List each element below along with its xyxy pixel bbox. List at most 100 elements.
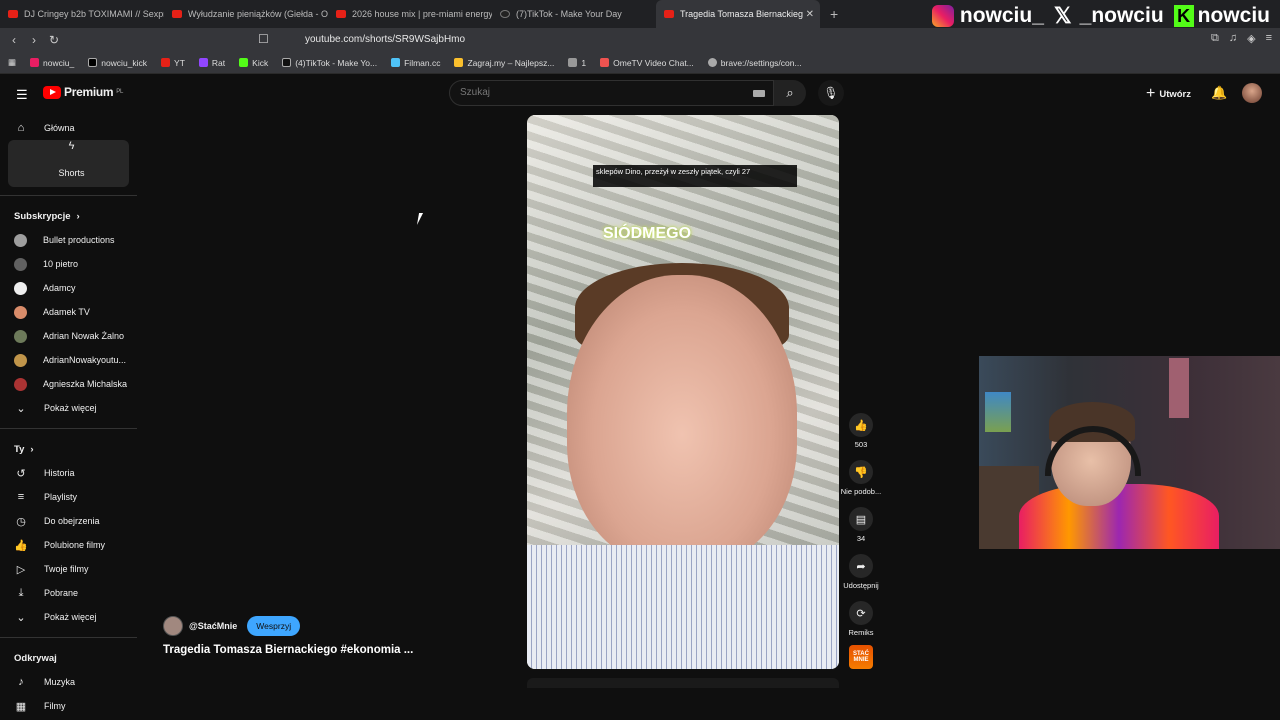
support-button[interactable]: Wesprzyj xyxy=(247,616,301,636)
forward-icon[interactable]: › xyxy=(24,33,44,47)
webcam-overlay xyxy=(979,356,1280,549)
comments-button[interactable]: ▤ 34 xyxy=(840,507,882,554)
address-bar: ‹ › ↻ ☐ youtube.com/shorts/SR9WSajbHmo ⧉… xyxy=(0,28,1280,52)
youtube-play-icon xyxy=(43,85,61,99)
music-icon[interactable]: ♫ xyxy=(1229,32,1237,45)
chevron-down-icon: ⌄ xyxy=(16,611,26,624)
channel-name[interactable]: @StaćMnie xyxy=(189,621,237,631)
film-icon: ▦ xyxy=(15,700,27,713)
bookmark-item[interactable]: Zagraj.my – Najlepsz... xyxy=(454,58,554,68)
thumb-up-icon: 👍 xyxy=(14,539,28,552)
bookmark-item[interactable]: (4)TikTok - Make Yo... xyxy=(282,58,377,68)
mouse-cursor xyxy=(416,213,428,225)
create-button[interactable]: + Utwórz xyxy=(1146,85,1191,103)
youtube-logo[interactable]: Premium PL xyxy=(43,85,123,99)
channel-avatar xyxy=(14,377,27,391)
remix-button[interactable]: ⟳ Remiks xyxy=(840,601,882,648)
notifications-bell-icon[interactable]: 🔔 xyxy=(1211,85,1227,101)
sidebar-item-home[interactable]: ⌂ Główna xyxy=(0,116,137,140)
subscription-item[interactable]: Adrian Nowak Żalno xyxy=(0,324,137,348)
chevron-right-icon: › xyxy=(30,443,34,455)
close-tab-icon[interactable]: ✕ xyxy=(806,9,814,20)
history-icon: ↺ xyxy=(16,467,26,480)
browser-tab[interactable]: DJ Cringey b2b TOXIMAMI // Sexpre xyxy=(0,0,164,28)
channel-avatar xyxy=(14,281,27,295)
bookmark-icon[interactable]: ☐ xyxy=(258,32,269,46)
apps-icon[interactable]: ▦ xyxy=(8,57,16,68)
subscription-item[interactable]: 10 pietro xyxy=(0,252,137,276)
sidebar-item-history[interactable]: ↺ Historia xyxy=(0,461,137,485)
subscription-item[interactable]: Bullet productions xyxy=(0,228,137,252)
channel-thumbnail[interactable]: STAĆ MNIE xyxy=(849,645,873,669)
dislike-button[interactable]: 👎 Nie podob... xyxy=(840,460,882,507)
playlist-icon: ≡ xyxy=(17,491,25,503)
sidebar-item-playlists[interactable]: ≡ Playlisty xyxy=(0,485,137,509)
bookmark-item[interactable]: Rat xyxy=(198,58,225,68)
social-overlay: nowciu_ 𝕏 _nowciu Knowciu xyxy=(931,3,1270,29)
you-heading[interactable]: Ty › xyxy=(0,437,137,461)
next-short-preview[interactable] xyxy=(527,678,839,688)
search-input[interactable]: Szukaj xyxy=(449,80,774,106)
back-icon[interactable]: ‹ xyxy=(4,33,24,47)
clock-icon: ◷ xyxy=(16,515,26,528)
new-tab-button[interactable]: + xyxy=(820,6,848,22)
reload-icon[interactable]: ↻ xyxy=(44,33,64,47)
voice-search-button[interactable]: 🎙 xyxy=(818,80,844,106)
sidebar-item-shorts[interactable]: ϟ Shorts xyxy=(8,140,129,187)
bookmark-item[interactable]: brave://settings/con... xyxy=(707,58,802,68)
short-title[interactable]: Tragedia Tomasza Biernackiego #ekonomia … xyxy=(163,644,413,656)
show-more-you[interactable]: ⌄ Pokaż więcej xyxy=(0,605,137,629)
shorts-icon: ϟ xyxy=(68,140,75,152)
sidebar-item-films[interactable]: ▦ Filmy xyxy=(0,694,137,718)
bookmark-item[interactable]: nowciu_ xyxy=(30,58,74,68)
browser-tab[interactable]: (7)TikTok - Make Your Day xyxy=(492,0,656,28)
bookmark-item[interactable]: 1 xyxy=(568,58,586,68)
video-icon: ▷ xyxy=(16,563,26,576)
chevron-right-icon: › xyxy=(76,210,80,222)
x-twitter-icon: 𝕏 xyxy=(1053,3,1072,28)
channel-avatar xyxy=(14,353,27,367)
bookmarks-bar: ▦ nowciu_ nowciu_kick YT Rat Kick (4)Tik… xyxy=(0,52,1280,74)
sidebar-item-music[interactable]: ♪ Muzyka xyxy=(0,670,137,694)
remix-icon: ⟳ xyxy=(849,601,873,625)
bookmark-item[interactable]: Filman.cc xyxy=(391,58,440,68)
avatar[interactable] xyxy=(1242,83,1262,103)
home-icon: ⌂ xyxy=(17,122,25,134)
menu-icon[interactable]: ☰ xyxy=(16,87,28,103)
kick-icon: K xyxy=(1173,5,1194,27)
search-button[interactable]: ⌕ xyxy=(774,80,806,106)
sidebar-item-watch-later[interactable]: ◷ Do obejrzenia xyxy=(0,509,137,533)
bookmark-item[interactable]: Kick xyxy=(239,58,268,68)
subscription-item[interactable]: AdrianNowakyoutu... xyxy=(0,348,137,372)
sidebar-item-liked[interactable]: 👍 Polubione filmy xyxy=(0,533,137,557)
subscriptions-heading[interactable]: Subskrypcje › xyxy=(0,204,137,228)
browser-tab[interactable]: 2026 house mix | pre-miami energy xyxy=(328,0,492,28)
subscription-item[interactable]: Adamcy xyxy=(0,276,137,300)
menu-icon[interactable]: ≡ xyxy=(1266,32,1272,45)
thumb-down-icon: 👎 xyxy=(849,460,873,484)
music-icon: ♪ xyxy=(18,676,24,688)
video-overlay-word: SIÓDMEGO xyxy=(603,225,692,242)
bookmark-item[interactable]: YT xyxy=(161,58,185,68)
channel-avatar[interactable] xyxy=(163,616,183,636)
youtube-icon xyxy=(336,10,346,18)
bookmark-item[interactable]: nowciu_kick xyxy=(88,58,147,68)
browser-tab-active[interactable]: Tragedia Tomasza Biernackieg ✕ xyxy=(656,0,820,28)
subscription-item[interactable]: Adamek TV xyxy=(0,300,137,324)
keyboard-icon[interactable] xyxy=(753,90,765,97)
show-more-subscriptions[interactable]: ⌄ Pokaż więcej xyxy=(0,396,137,420)
sidebar-item-your-videos[interactable]: ▷ Twoje filmy xyxy=(0,557,137,581)
subscription-item[interactable]: Agnieszka Michalska xyxy=(0,372,137,396)
share-button[interactable]: ➦ Udostępnij xyxy=(840,554,882,601)
url-field[interactable]: youtube.com/shorts/SR9WSajbHmo xyxy=(305,34,465,45)
like-button[interactable]: 👍 503 xyxy=(840,413,882,460)
sidebar-item-downloads[interactable]: ⤓ Pobrane xyxy=(0,581,137,605)
short-channel-row: @StaćMnie Wesprzyj xyxy=(163,616,301,636)
browser-tab[interactable]: Wyłudzanie pieniążków (Giełda - Od xyxy=(164,0,328,28)
extensions-icon[interactable]: ⧉ xyxy=(1211,32,1219,45)
browser-toolbar-icons: ⧉ ♫ ◈ ≡ xyxy=(1211,32,1272,45)
shield-icon[interactable]: ◈ xyxy=(1247,32,1255,45)
thumb-up-icon: 👍 xyxy=(849,413,873,437)
bookmark-item[interactable]: OmeTV Video Chat... xyxy=(600,58,694,68)
short-video-player[interactable]: sklepów Dino, przeżył w zeszły piątek, c… xyxy=(527,115,839,669)
